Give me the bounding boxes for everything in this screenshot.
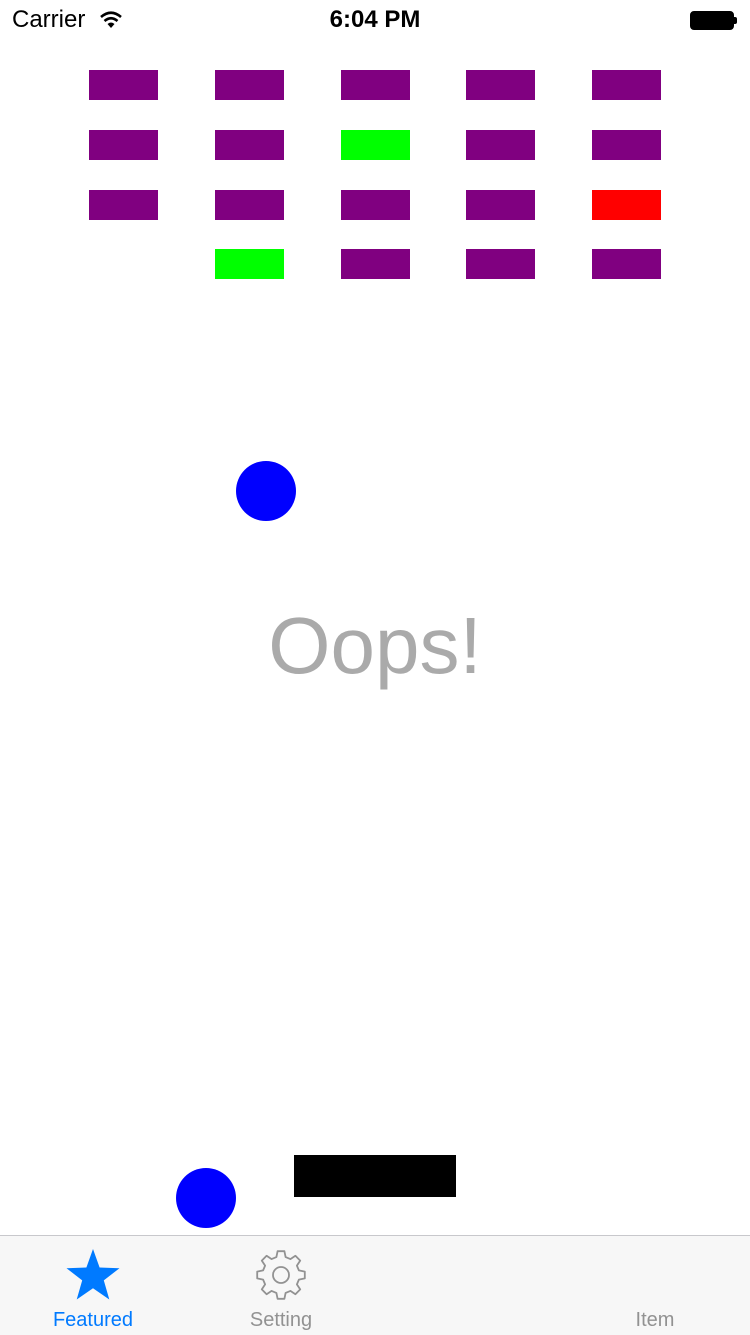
- status-time: 6:04 PM: [329, 6, 421, 33]
- brick: [341, 130, 410, 160]
- brick: [466, 190, 535, 220]
- ball: [236, 461, 296, 521]
- brick: [215, 249, 284, 279]
- gear-icon: [188, 1246, 374, 1304]
- brick: [89, 130, 158, 160]
- brick: [215, 70, 284, 100]
- brick: [341, 70, 410, 100]
- brick: [466, 130, 535, 160]
- ball: [176, 1168, 236, 1228]
- brick: [466, 249, 535, 279]
- battery-icon: [690, 11, 737, 30]
- paddle[interactable]: [294, 1155, 456, 1197]
- tab-label: Featured: [52, 1309, 134, 1331]
- brick: [592, 190, 661, 220]
- tab-setting[interactable]: Setting: [188, 1236, 374, 1335]
- brick: [341, 190, 410, 220]
- brick: [215, 190, 284, 220]
- game-message: Oops!: [268, 601, 482, 690]
- brick: [592, 249, 661, 279]
- brick: [592, 130, 661, 160]
- brick: [466, 70, 535, 100]
- tab-item[interactable]: Item: [562, 1236, 748, 1335]
- tab-label: Item: [635, 1309, 675, 1331]
- brick: [89, 70, 158, 100]
- brick: [215, 130, 284, 160]
- tab-bar: Featured Setting Item: [0, 1235, 750, 1335]
- tab-featured[interactable]: Featured: [0, 1236, 186, 1335]
- status-bar: Carrier 6:04 PM: [0, 0, 750, 40]
- brick: [341, 249, 410, 279]
- tab-label: Setting: [249, 1309, 313, 1331]
- brick: [89, 190, 158, 220]
- brick: [592, 70, 661, 100]
- star-icon: [0, 1246, 186, 1304]
